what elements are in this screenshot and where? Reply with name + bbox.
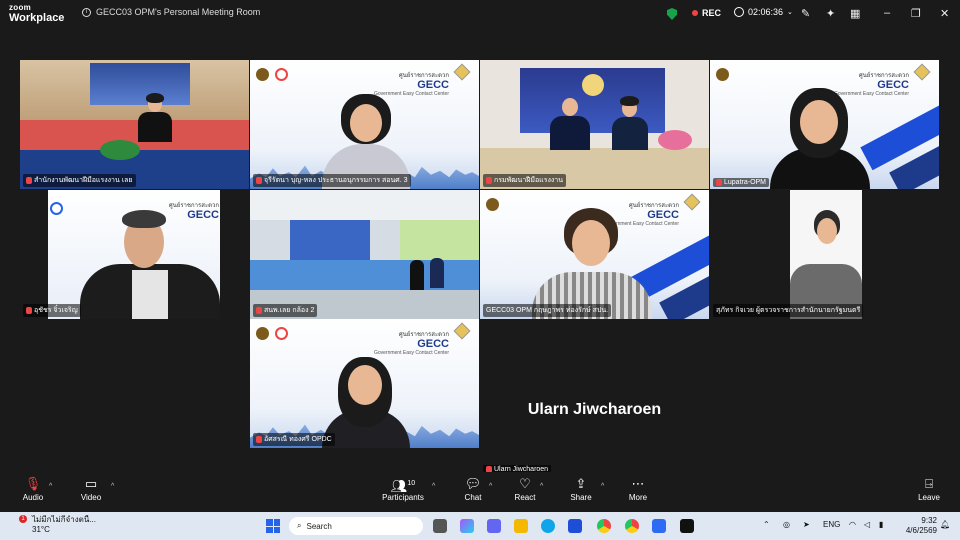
video-options-caret[interactable]: ^ xyxy=(111,483,114,490)
mic-muted-icon xyxy=(716,179,722,186)
input-language[interactable]: ENG xyxy=(823,520,840,529)
participant-name: จุรีรัตนา บุญ-หลง ประธานอนุกรรมการ สอนศ.… xyxy=(253,174,411,187)
participant-name: สุภัทร กิจเวย ผู้ตรวจราชการสำนักนายกรัฐม… xyxy=(713,304,864,317)
encryption-shield-icon[interactable] xyxy=(667,8,677,20)
audio-options-caret[interactable]: ^ xyxy=(49,483,52,490)
video-tile[interactable]: ศูนย์ราชการสะดวก GECC อุชัชร จิ๋วเจริญ xyxy=(20,190,249,319)
participant-name: กรมพัฒนาฝีมือแรงงาน xyxy=(483,174,567,187)
copilot-icon[interactable] xyxy=(460,519,474,533)
chat-options-caret[interactable]: ^ xyxy=(489,483,492,490)
gecc-logo-text: ศูนย์ราชการสะดวก GECC Government Easy Cont… xyxy=(373,73,449,97)
info-icon[interactable]: i xyxy=(82,7,91,17)
participant-name: Lupatra-OPM xyxy=(713,178,770,187)
meeting-info[interactable]: i GECC03 OPM's Personal Meeting Room xyxy=(82,7,260,17)
tray-location-icon[interactable]: ➤ xyxy=(803,520,810,529)
mic-muted-icon xyxy=(256,307,262,314)
rec-dot-icon xyxy=(692,10,698,16)
react-button[interactable]: ♡ React xyxy=(513,476,537,502)
audio-button[interactable]: 🎙︎ Audio xyxy=(22,476,44,502)
file-explorer-icon[interactable] xyxy=(514,519,528,533)
zoom-app-icon[interactable] xyxy=(652,519,666,533)
participant-name: อุชัชร จิ๋วเจริญ xyxy=(23,304,81,317)
video-tile[interactable]: สุภัทร กิจเวย ผู้ตรวจราชการสำนักนายกรัฐม… xyxy=(710,190,939,319)
video-tile[interactable]: ศูนย์ราชการสะดวก GECC Government Easy Cont… xyxy=(250,319,479,448)
share-screen-icon: ⇪ xyxy=(575,476,587,491)
mic-muted-icon xyxy=(256,436,262,443)
chrome-icon[interactable] xyxy=(625,519,639,533)
windows-taskbar: 1 ไม่มีกไม่กีจำงตนื... 31°C ⌕ Search ⌃ ◎… xyxy=(0,512,960,540)
battery-icon[interactable]: ▮ xyxy=(879,520,883,529)
video-tile[interactable]: สำนักงานพัฒนาฝีมือแรงงาน เลย xyxy=(20,60,249,189)
participant-name: สำนักงานพัฒนาฝีมือแรงงาน เลย xyxy=(23,174,136,187)
gallery-view-icon[interactable]: ▦ xyxy=(850,7,860,20)
search-icon: ⌕ xyxy=(297,521,302,530)
notifications-bell-icon[interactable]: 🔔︎ xyxy=(940,520,950,529)
more-dots-icon: ⋯ xyxy=(631,476,645,491)
participant-name: อัศสรณี ทองศรี OPDC xyxy=(253,433,335,446)
mic-muted-icon xyxy=(26,177,32,184)
tray-app-icon[interactable]: ◎ xyxy=(783,520,790,529)
chat-bubble-icon: 💬︎ xyxy=(464,476,482,491)
edge-icon[interactable] xyxy=(541,519,555,533)
heart-icon: ♡ xyxy=(519,476,531,491)
participant-display-name: Ularn Jiwcharoen xyxy=(527,401,662,418)
restore-icon[interactable]: ❐ xyxy=(911,7,921,20)
clock-icon xyxy=(734,7,744,17)
react-options-caret[interactable]: ^ xyxy=(540,483,543,490)
chevron-down-icon: ⌄ xyxy=(787,9,793,16)
rec-label: REC xyxy=(702,8,722,18)
taskbar-search[interactable]: ⌕ Search xyxy=(289,517,423,535)
app-icon[interactable] xyxy=(680,519,694,533)
windows-start-icon[interactable] xyxy=(266,519,280,533)
mic-muted-icon xyxy=(256,177,262,184)
weather-widget[interactable]: 1 ไม่มีกไม่กีจำงตนื... 31°C xyxy=(19,515,96,535)
participants-icon: 👥︎10 xyxy=(390,478,416,494)
weather-alert-badge: 1 xyxy=(19,515,27,523)
meeting-toolbar: 🎙︎ Audio ^ ▭ Video ^ 👥︎10 Participants ^… xyxy=(0,472,960,512)
mic-muted-icon xyxy=(26,307,32,314)
store-icon[interactable] xyxy=(568,519,582,533)
share-button[interactable]: ⇪ Share xyxy=(569,476,593,502)
camera-icon: ▭ xyxy=(84,476,98,491)
logo-line2: Workplace xyxy=(9,12,65,24)
title-bar: zoom Workplace i GECC03 OPM's Personal M… xyxy=(0,0,960,28)
participant-name: สนพ.เลย กล้อง 2 xyxy=(253,304,318,317)
chrome-icon[interactable] xyxy=(597,519,611,533)
task-view-icon[interactable] xyxy=(433,519,447,533)
video-tile[interactable]: ศูนย์ราชการสะดวก GECC Government Easy Cont… xyxy=(710,60,939,189)
participant-name: GECC03 OPM กฤษฎาพร ท่องรักษ์ สปน. xyxy=(483,304,612,317)
video-button[interactable]: ▭ Video xyxy=(80,476,102,502)
leave-door-icon: ⍈ xyxy=(925,476,933,491)
recording-indicator[interactable]: REC xyxy=(692,8,721,18)
annotate-pen-icon[interactable]: ✎ xyxy=(801,7,810,20)
volume-icon[interactable]: ◁ xyxy=(864,520,870,529)
zoom-logo: zoom Workplace xyxy=(9,3,65,24)
ai-companion-icon[interactable]: ✦ xyxy=(826,7,835,20)
leave-button[interactable]: ⍈ Leave xyxy=(917,476,941,502)
participants-button[interactable]: 👥︎10 Participants xyxy=(382,476,424,502)
teams-icon[interactable] xyxy=(487,519,501,533)
video-gallery: สำนักงานพัฒนาฝีมือแรงงาน เลย ศูนย์ราชการ… xyxy=(0,28,960,476)
more-button[interactable]: ⋯ More xyxy=(626,476,650,502)
minimize-icon[interactable]: – xyxy=(884,7,890,19)
video-tile-camera-off[interactable]: Ularn Jiwcharoen Ularn Jiwcharoen xyxy=(480,347,709,476)
taskbar-clock[interactable]: 9:32 4/6/2569 xyxy=(901,516,937,536)
close-icon[interactable]: ✕ xyxy=(940,7,949,20)
meeting-title: GECC03 OPM's Personal Meeting Room xyxy=(96,7,261,17)
mic-muted-icon: 🎙︎ xyxy=(24,476,42,491)
tray-expand-icon[interactable]: ⌃ xyxy=(763,520,770,529)
timer-text: 02:06:36 xyxy=(748,7,784,17)
video-tile[interactable]: สนพ.เลย กล้อง 2 xyxy=(250,190,479,319)
video-tile-active-speaker[interactable]: ศูนย์ราชการสะดวก GECC Government Easy Cont… xyxy=(480,190,709,319)
share-options-caret[interactable]: ^ xyxy=(601,483,604,490)
participants-options-caret[interactable]: ^ xyxy=(432,483,435,490)
mic-muted-icon xyxy=(486,177,492,184)
chat-button[interactable]: 💬︎ Chat xyxy=(462,476,484,502)
video-tile[interactable]: กรมพัฒนาฝีมือแรงงาน xyxy=(480,60,709,189)
video-tile[interactable]: ศูนย์ราชการสะดวก GECC Government Easy Cont… xyxy=(250,60,479,189)
meeting-timer[interactable]: 02:06:36 ⌄ xyxy=(734,7,793,17)
wifi-icon[interactable]: ◠ xyxy=(849,520,856,529)
